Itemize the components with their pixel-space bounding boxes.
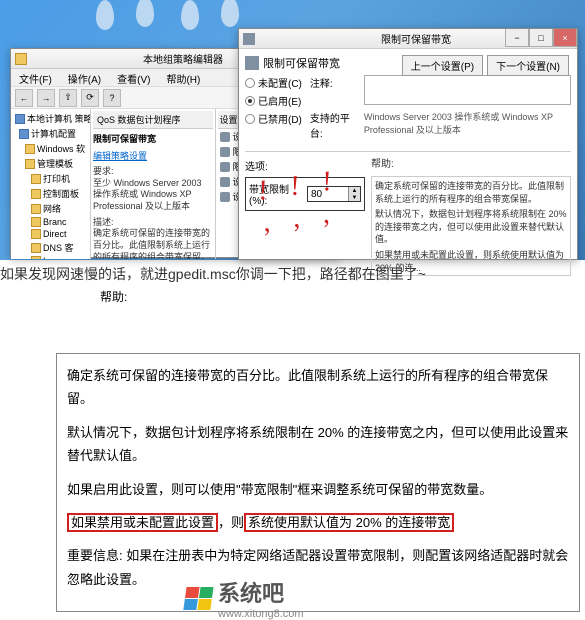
prev-setting-button[interactable]: 上一个设置(P) bbox=[402, 55, 483, 76]
up-icon[interactable]: ⇧ bbox=[59, 89, 77, 107]
tree-item[interactable]: DNS 客 bbox=[13, 240, 88, 255]
folder-icon bbox=[31, 229, 41, 239]
setting-icon bbox=[220, 177, 230, 187]
site-logo: 系统吧 www.xitong8.com bbox=[184, 576, 304, 620]
help-paragraph: 如果禁用或未配置此设置，则系统使用默认值为 20% 的连接带宽 bbox=[67, 511, 569, 534]
highlight-box: 如果禁用或未配置此设置 bbox=[67, 513, 218, 532]
tree-item[interactable]: 网络 bbox=[13, 201, 88, 216]
next-setting-button[interactable]: 下一个设置(N) bbox=[487, 55, 569, 76]
setting-icon bbox=[220, 147, 230, 157]
help-paragraph: 默认情况下，数据包计划程序将系统限制在 20% 的连接带宽之内，但可以使用此设置… bbox=[67, 421, 569, 468]
spin-down-icon[interactable]: ▼ bbox=[348, 194, 360, 201]
support-text: Windows Server 2003 操作系统或 Windows XP Pro… bbox=[364, 110, 571, 136]
folder-icon bbox=[19, 129, 29, 139]
folder-icon bbox=[31, 256, 41, 259]
minimize-button[interactable]: − bbox=[505, 29, 529, 47]
tree-item[interactable]: Windows 软 bbox=[13, 141, 88, 156]
caption-text: 如果发现网速慢的话，就进gpedit.msc你调一下把，路径都在图里了~ bbox=[0, 264, 426, 284]
content-desc: 确定系统可保留的连接带宽的百分比。此值限制系统上运行的所有程序的组合带宽保留。 bbox=[93, 228, 213, 259]
radio-not-configured[interactable] bbox=[245, 78, 255, 88]
help-paragraph: 如果启用此设置，则可以使用"带宽限制"框来调整系统可保留的带宽数量。 bbox=[67, 478, 569, 501]
refresh-icon[interactable]: ⟳ bbox=[81, 89, 99, 107]
content-requirements-label: 要求: bbox=[93, 166, 213, 178]
setting-icon bbox=[220, 132, 230, 142]
comment-label: 注释: bbox=[310, 75, 358, 90]
radio-enabled[interactable] bbox=[245, 96, 255, 106]
help-paragraph: 重要信息: 如果在注册表中为特定网络适配器设置带宽限制，则配置该网络适配器时就会… bbox=[67, 544, 569, 591]
help-text: 确定系统可保留的连接带宽的百分比。此值限制系统上运行的所有程序的组合带宽保留。 bbox=[375, 180, 567, 205]
logo-url: www.xitong8.com bbox=[218, 608, 304, 620]
help-label: 帮助: bbox=[371, 158, 571, 172]
tree-item[interactable]: 打印机 bbox=[13, 171, 88, 186]
computer-icon bbox=[15, 114, 25, 124]
menu-help[interactable]: 帮助(H) bbox=[158, 69, 208, 86]
help-box: 确定系统可保留的连接带宽的百分比。此值限制系统上运行的所有程序的组合带宽保留。 … bbox=[56, 353, 580, 612]
close-button[interactable]: × bbox=[553, 29, 577, 47]
lower-section: 帮助: 系统吧 www.xitong8.com 确定系统可保留的连接带宽的百分比… bbox=[56, 288, 580, 612]
maximize-button[interactable]: □ bbox=[529, 29, 553, 47]
tree-item[interactable]: Lanm bbox=[13, 255, 88, 259]
forward-icon[interactable]: → bbox=[37, 89, 55, 107]
support-label: 支持的平台: bbox=[310, 110, 358, 140]
setting-icon bbox=[243, 33, 255, 45]
edit-policy-link[interactable]: 编辑策略设置 bbox=[93, 149, 213, 162]
comment-input[interactable] bbox=[364, 75, 571, 105]
spin-up-icon[interactable]: ▲ bbox=[348, 187, 360, 194]
setting-icon bbox=[220, 162, 230, 172]
content-requirements: 至少 Windows Server 2003 操作系统或 Windows XP … bbox=[93, 178, 213, 213]
tree-item[interactable]: 控制面板 bbox=[13, 186, 88, 201]
content-desc-label: 描述: bbox=[93, 217, 213, 229]
menu-file[interactable]: 文件(F) bbox=[11, 69, 60, 86]
windows-logo-icon bbox=[182, 586, 213, 610]
gpedit-tree[interactable]: 本地计算机 策略 计算机配置 Windows 软 管理模板 打印机 控制面板 网… bbox=[11, 109, 91, 259]
tree-item[interactable]: 计算机配置 bbox=[13, 126, 88, 141]
highlight-box: 系统使用默认值为 20% 的连接带宽 bbox=[244, 513, 454, 532]
tree-root[interactable]: 本地计算机 策略 bbox=[13, 111, 88, 126]
content-header: QoS 数据包计划程序 bbox=[93, 111, 213, 129]
radio-group: 未配置(C) 已启用(E) 已禁用(D) bbox=[245, 75, 302, 145]
setting-icon bbox=[245, 56, 259, 70]
setting-icon bbox=[220, 192, 230, 202]
lower-help-label: 帮助: bbox=[100, 288, 580, 305]
menu-action[interactable]: 操作(A) bbox=[60, 69, 109, 86]
folder-icon bbox=[31, 204, 41, 214]
help-text: 默认情况下，数据包计划程序将系统限制在 20% 的连接带宽之内，但可以使用此设置… bbox=[375, 208, 567, 246]
tree-item[interactable]: Branc bbox=[13, 216, 88, 228]
help-paragraph: 确定系统可保留的连接带宽的百分比。此值限制系统上运行的所有程序的组合带宽保留。 bbox=[67, 364, 569, 411]
content-title: 限制可保留带宽 bbox=[93, 132, 213, 145]
radio-disabled[interactable] bbox=[245, 114, 255, 124]
tree-item[interactable]: 管理模板 bbox=[13, 156, 88, 171]
help-icon[interactable]: ? bbox=[103, 89, 121, 107]
folder-icon bbox=[31, 243, 41, 253]
folder-icon bbox=[15, 53, 27, 65]
folder-icon bbox=[31, 174, 41, 184]
menu-view[interactable]: 查看(V) bbox=[109, 69, 158, 86]
back-icon[interactable]: ← bbox=[15, 89, 33, 107]
folder-icon bbox=[31, 217, 41, 227]
folder-icon bbox=[25, 144, 35, 154]
dialog-titlebar[interactable]: 限制可保留带宽 − □ × bbox=[239, 29, 577, 49]
folder-icon bbox=[25, 159, 35, 169]
annotation-marks: ! ! !, , , bbox=[256, 165, 346, 240]
folder-icon bbox=[31, 189, 41, 199]
tree-item[interactable]: Direct bbox=[13, 228, 88, 240]
gpedit-content: QoS 数据包计划程序 限制可保留带宽 编辑策略设置 要求: 至少 Window… bbox=[91, 109, 215, 259]
